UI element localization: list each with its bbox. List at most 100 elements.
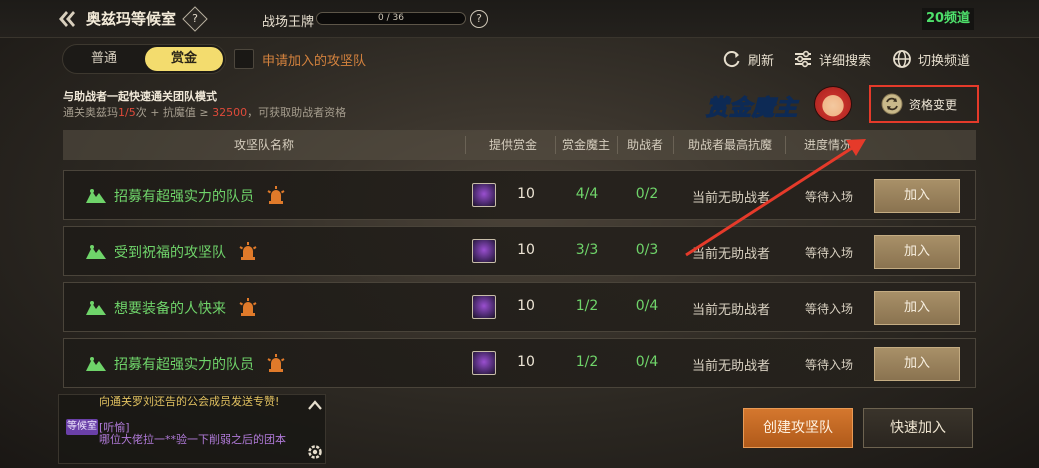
- tab-normal[interactable]: 普通: [65, 47, 143, 71]
- rank-progress-text: 0 / 36: [378, 13, 404, 23]
- party-icon: [86, 301, 106, 315]
- bounty-boss-count: 3/3: [575, 242, 599, 258]
- beacon-icon: [239, 298, 257, 316]
- column-divider: [617, 136, 618, 154]
- chat-system-message: 向通关罗刘还告的公会成员发送专赞!: [99, 395, 280, 408]
- progress-status: 等待入场: [804, 358, 853, 372]
- reward-item-icon[interactable]: [472, 351, 496, 375]
- refresh-label: 刷新: [748, 53, 775, 69]
- req-prefix: 通关奥兹玛: [63, 106, 118, 119]
- progress-status: 等待入场: [804, 302, 853, 316]
- detail-search-label: 详细搜索: [819, 53, 872, 69]
- req-resist-value: 32500: [212, 106, 248, 119]
- apply-filter-label[interactable]: 申请加入的攻坚队: [262, 50, 366, 69]
- bounty-boss-count: 1/2: [575, 298, 599, 314]
- mode-description: 与助战者一起快速通关团队模式: [63, 90, 217, 103]
- tab-bounty[interactable]: 赏金: [145, 47, 223, 71]
- table-row[interactable]: 招募有超强实力的队员 10 1/2 0/4 当前无助战者 等待入场 加入: [63, 338, 976, 388]
- rank-help-icon[interactable]: ?: [470, 10, 488, 28]
- swap-circle-icon: [881, 93, 903, 115]
- col-bounty-boss: 赏金魔主: [561, 138, 610, 152]
- filter-sliders-icon: [795, 50, 811, 68]
- character-face-icon: [814, 86, 852, 122]
- table-row[interactable]: 受到祝福的攻坚队 10 3/3 0/3 当前无助战者 等待入场 加入: [63, 226, 976, 276]
- table-header: 攻坚队名称 提供赏金 赏金魔主 助战者 助战者最高抗魔 进度情况: [63, 130, 976, 160]
- party-icon: [86, 189, 106, 203]
- reward-amount: 10: [517, 242, 535, 258]
- progress-status: 等待入场: [804, 190, 853, 204]
- max-resist: 当前无助战者: [691, 247, 770, 262]
- back-arrow-icon[interactable]: [56, 9, 78, 29]
- quick-join-button[interactable]: 快速加入: [863, 408, 973, 448]
- switch-channel-button[interactable]: 切换频道: [892, 48, 970, 70]
- rank-label: 战场王牌: [262, 15, 315, 30]
- team-name: 想要装备的人快来: [114, 301, 226, 317]
- qualification-change-button[interactable]: 资格变更: [881, 93, 957, 115]
- qualification-requirement: 通关奥兹玛1/5次 + 抗魔值 ≥ 32500，可获取助战者资格: [63, 104, 346, 120]
- mode-tabs: 普通 赏金: [62, 44, 226, 74]
- team-name: 受到祝福的攻坚队: [114, 245, 226, 261]
- helper-count: 0/4: [635, 298, 659, 314]
- max-resist: 当前无助战者: [691, 359, 770, 374]
- party-icon: [86, 245, 106, 259]
- chat-channel-badge: 等候室: [66, 419, 98, 435]
- gear-icon[interactable]: [306, 443, 324, 461]
- col-progress: 进度情况: [803, 138, 852, 152]
- progress-status: 等待入场: [804, 246, 853, 260]
- bounty-boss-count: 1/2: [575, 354, 599, 370]
- globe-icon: [893, 50, 911, 68]
- column-divider: [465, 136, 466, 154]
- top-bar: 奥兹玛等候室 ? 战场王牌 0 / 36 ? 20频道: [0, 0, 1039, 38]
- bounty-boss-logo: 赏金魔主: [705, 86, 856, 122]
- refresh-button[interactable]: 刷新: [722, 48, 774, 70]
- table-row[interactable]: 招募有超强实力的队员 10 4/4 0/2 当前无助战者 等待入场 加入: [63, 170, 976, 220]
- reward-amount: 10: [517, 298, 535, 314]
- chevron-up-icon[interactable]: [308, 400, 322, 410]
- column-divider: [555, 136, 556, 154]
- beacon-icon: [267, 354, 285, 372]
- reward-item-icon[interactable]: [472, 295, 496, 319]
- switch-channel-label: 切换频道: [918, 53, 971, 69]
- col-team-name: 攻坚队名称: [233, 138, 294, 152]
- helper-count: 0/3: [635, 242, 659, 258]
- table-row[interactable]: 想要装备的人快来 10 1/2 0/4 当前无助战者 等待入场 加入: [63, 282, 976, 332]
- team-name: 招募有超强实力的队员: [114, 189, 254, 205]
- reward-item-icon[interactable]: [472, 183, 496, 207]
- reward-amount: 10: [517, 354, 535, 370]
- chat-panel[interactable]: 向通关罗刘还告的公会成员发送专赞! 等候室 [听愉] 哪位大佬拉一**验一下削弱…: [58, 394, 326, 464]
- column-divider: [673, 136, 674, 154]
- column-divider: [785, 136, 786, 154]
- chat-message: 哪位大佬拉一**验一下削弱之后的团本: [99, 433, 286, 446]
- detail-search-button[interactable]: 详细搜索: [793, 48, 871, 70]
- col-max-resist: 助战者最高抗魔: [687, 138, 772, 152]
- create-team-button[interactable]: 创建攻坚队: [743, 408, 853, 448]
- help-symbol: ?: [192, 12, 198, 25]
- max-resist: 当前无助战者: [691, 303, 770, 318]
- help-icon[interactable]: ?: [182, 6, 208, 32]
- channel-badge[interactable]: 20频道: [922, 8, 974, 30]
- join-button[interactable]: 加入: [874, 179, 960, 213]
- bounty-boss-count: 4/4: [575, 186, 599, 202]
- rank-progress-bar: 0 / 36: [316, 12, 466, 25]
- team-name: 招募有超强实力的队员: [114, 357, 254, 373]
- req-clear-count: 1/5: [118, 106, 136, 119]
- reward-item-icon[interactable]: [472, 239, 496, 263]
- apply-filter-checkbox[interactable]: [234, 49, 254, 69]
- reward-amount: 10: [517, 186, 535, 202]
- max-resist: 当前无助战者: [691, 191, 770, 206]
- req-suffix: ，可获取助战者资格: [247, 106, 347, 119]
- helper-count: 0/2: [635, 186, 659, 202]
- req-mid: 次 + 抗魔值 ≥: [135, 106, 213, 119]
- beacon-icon: [267, 186, 285, 204]
- bounty-boss-logo-text: 赏金魔主: [705, 95, 799, 121]
- join-button[interactable]: 加入: [874, 235, 960, 269]
- page-title: 奥兹玛等候室: [86, 10, 177, 28]
- join-button[interactable]: 加入: [874, 291, 960, 325]
- qualification-change-label: 资格变更: [909, 97, 958, 112]
- col-helpers: 助战者: [626, 138, 663, 152]
- qualification-change-highlight: 资格变更: [869, 85, 979, 123]
- join-button[interactable]: 加入: [874, 347, 960, 381]
- helper-count: 0/4: [635, 354, 659, 370]
- col-reward: 提供赏金: [488, 138, 537, 152]
- party-icon: [86, 357, 106, 371]
